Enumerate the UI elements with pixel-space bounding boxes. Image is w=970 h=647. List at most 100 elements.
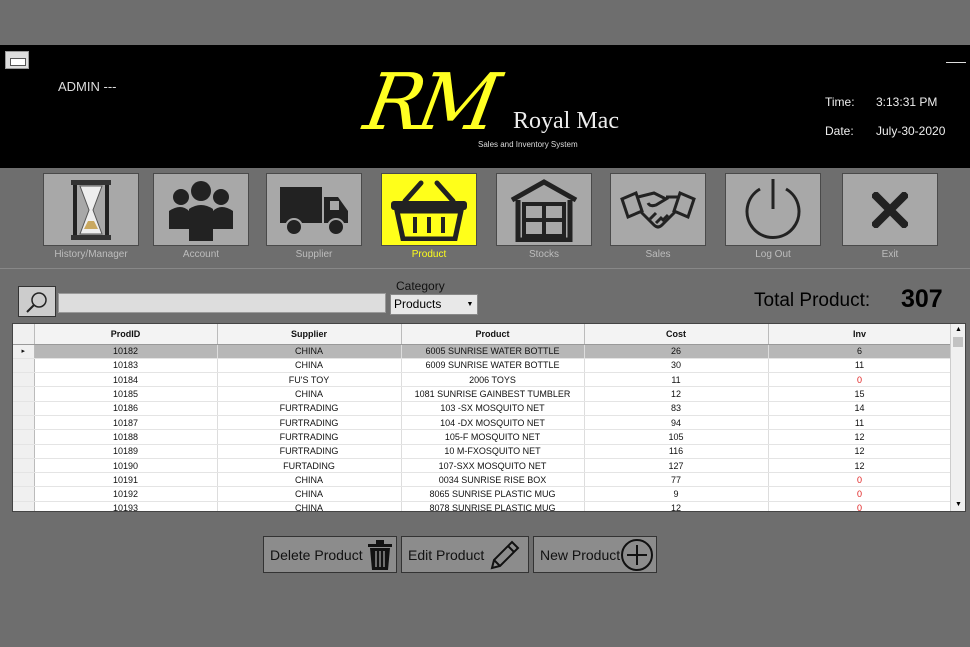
cell-supplier: FURTADING — [217, 458, 402, 474]
scroll-up-icon[interactable]: ▲ — [951, 324, 965, 336]
cell-cost: 30 — [584, 358, 769, 374]
category-select[interactable]: Products ▼ — [390, 294, 478, 315]
cell-product: 6009 SUNRISE WATER BOTTLE — [401, 358, 585, 374]
nav-label: Log Out — [755, 249, 791, 260]
table-row[interactable]: 10187 FURTRADING 104 -DX MOSQUITO NET 94 11 — [13, 415, 952, 431]
row-header[interactable] — [13, 501, 35, 511]
table-row[interactable]: 10189 FURTRADING 10 M-FXOSQUITO NET 116 12 — [13, 444, 952, 459]
add-circle-icon — [621, 538, 654, 571]
column-header-product[interactable]: Product — [401, 324, 585, 345]
table-row[interactable]: 10190 FURTADING 107-SXX MOSQUITO NET 127 12 — [13, 458, 952, 474]
table-header-row: ProdID Supplier Product Cost Inv — [13, 324, 952, 345]
total-product-value: 307 — [901, 285, 943, 313]
category-selected: Products — [394, 297, 442, 311]
row-header[interactable] — [13, 458, 35, 474]
row-header[interactable] — [13, 401, 35, 416]
nav-history-manager[interactable]: History/Manager — [43, 173, 139, 260]
cell-inv: 11 — [768, 358, 952, 374]
column-header-cost[interactable]: Cost — [584, 324, 769, 345]
total-product-label: Total Product: — [754, 290, 871, 311]
window-frame-top — [0, 0, 970, 45]
cell-product: 107-SXX MOSQUITO NET — [401, 458, 585, 474]
cell-prodid: 10185 — [34, 386, 218, 402]
table-row[interactable]: 10185 CHINA 1081 SUNRISE GAINBEST TUMBLER 1… — [13, 386, 952, 402]
nav-stocks[interactable]: Stocks — [496, 173, 592, 260]
chevron-down-icon: ▼ — [466, 301, 474, 308]
cell-cost: 105 — [584, 429, 769, 445]
category-label: Category — [396, 279, 445, 293]
search-input[interactable] — [58, 293, 386, 313]
cell-cost: 127 — [584, 458, 769, 474]
window-frame-bottom — [0, 588, 970, 647]
edit-product-button[interactable]: Edit Product — [401, 536, 529, 573]
table-row[interactable]: 10191 CHINA 0034 SUNRISE RISE BOX 77 0 — [13, 472, 952, 488]
edit-product-label: Edit Product — [408, 546, 485, 563]
logo-name: Royal Mac — [513, 108, 619, 134]
nav-label: Supplier — [295, 249, 333, 260]
cell-prodid: 10193 — [34, 501, 218, 511]
cell-prodid: 10189 — [34, 444, 218, 459]
cell-supplier: FURTRADING — [217, 401, 402, 416]
new-product-label: New Product — [540, 546, 621, 563]
table-row[interactable]: ▸ 10182 CHINA 6005 SUNRISE WATER BOTTLE 26 6 — [13, 344, 952, 359]
table-row[interactable]: 10188 FURTRADING 105-F MOSQUITO NET 105 12 — [13, 429, 952, 445]
delete-product-button[interactable]: Delete Product — [263, 536, 397, 573]
table-row[interactable]: 10183 CHINA 6009 SUNRISE WATER BOTTLE 30 11 — [13, 358, 952, 374]
cell-prodid: 10186 — [34, 401, 218, 416]
cell-supplier: FURTRADING — [217, 444, 402, 459]
row-header[interactable] — [13, 358, 35, 374]
row-header[interactable] — [13, 444, 35, 459]
cell-supplier: FU'S TOY — [217, 372, 402, 388]
row-header[interactable] — [13, 386, 35, 402]
cell-prodid: 10190 — [34, 458, 218, 474]
nav-label: Account — [182, 249, 220, 260]
table-row[interactable]: 10184 FU'S TOY 2006 TOYS 11 0 — [13, 372, 952, 388]
nav-product[interactable]: Product — [381, 173, 477, 260]
row-header[interactable] — [13, 415, 35, 431]
cell-product: 8065 SUNRISE PLASTIC MUG — [401, 486, 585, 502]
nav-account[interactable]: Account — [153, 173, 249, 260]
nav-supplier[interactable]: Supplier — [266, 173, 362, 260]
nav-label: Sales — [645, 249, 671, 260]
search-button[interactable] — [18, 286, 56, 317]
table-row[interactable]: 10186 FURTRADING 103 -SX MOSQUITO NET 83 14 — [13, 401, 952, 416]
cell-prodid: 10182 — [34, 344, 218, 359]
product-table[interactable]: ProdID Supplier Product Cost Inv ▸ 10182 C… — [12, 323, 966, 512]
date-value: July-30-2020 — [876, 124, 946, 138]
truck-icon — [280, 186, 348, 236]
column-header-prodid[interactable]: ProdID — [34, 324, 218, 345]
cell-cost: 77 — [584, 472, 769, 488]
row-header[interactable] — [13, 372, 35, 388]
nav-sales[interactable]: Sales — [610, 173, 706, 260]
cell-cost: 9 — [584, 486, 769, 502]
nav-exit[interactable]: Exit — [842, 173, 938, 260]
table-row[interactable]: 10192 CHINA 8065 SUNRISE PLASTIC MUG 9 0 — [13, 486, 952, 502]
cell-inv: 0 — [768, 472, 952, 488]
column-header-supplier[interactable]: Supplier — [217, 324, 402, 345]
scroll-down-icon[interactable]: ▼ — [951, 499, 965, 511]
minimize-button[interactable] — [946, 51, 966, 63]
column-header-inv[interactable]: Inv — [768, 324, 952, 345]
cell-product: 8078 SUNRISE PLASTIC MUG — [401, 501, 585, 511]
new-product-button[interactable]: New Product — [533, 536, 657, 573]
pencil-icon — [490, 540, 520, 569]
scroll-thumb[interactable] — [953, 337, 963, 347]
cell-supplier: CHINA — [217, 501, 402, 511]
vertical-scrollbar[interactable]: ▲ ▼ — [950, 324, 965, 511]
nav-label: Product — [411, 249, 447, 260]
logo-initials: RM — [358, 58, 501, 148]
row-header[interactable] — [13, 472, 35, 488]
cell-inv: 0 — [768, 372, 952, 388]
cell-inv: 15 — [768, 386, 952, 402]
time-label: Time: — [825, 95, 855, 109]
row-header[interactable] — [13, 429, 35, 445]
cell-cost: 26 — [584, 344, 769, 359]
cell-inv: 12 — [768, 429, 952, 445]
app-icon[interactable] — [5, 51, 29, 69]
table-row[interactable]: 10193 CHINA 8078 SUNRISE PLASTIC MUG 12 0 — [13, 501, 952, 511]
row-header[interactable] — [13, 486, 35, 502]
cell-supplier: CHINA — [217, 486, 402, 502]
nav-logout[interactable]: Log Out — [725, 173, 821, 260]
row-selector-icon[interactable]: ▸ — [13, 344, 35, 359]
cell-product: 105-F MOSQUITO NET — [401, 429, 585, 445]
